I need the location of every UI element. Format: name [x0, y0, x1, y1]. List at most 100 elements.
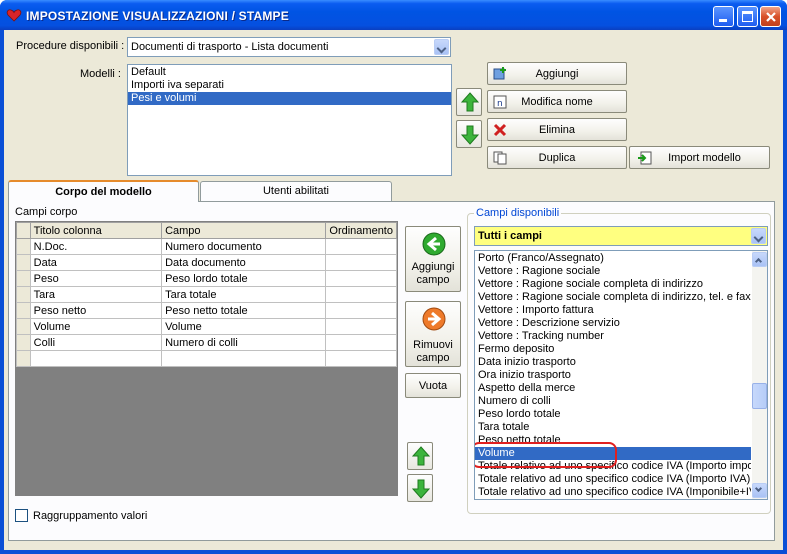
list-item[interactable]: Porto (Franco/Assegnato) [475, 252, 751, 265]
raggruppamento-checkbox[interactable] [15, 509, 28, 522]
table-cell[interactable]: Peso lordo totale [161, 270, 327, 287]
row-indicator[interactable] [16, 302, 31, 319]
row-indicator[interactable] [16, 350, 31, 367]
maximize-button[interactable] [737, 6, 758, 27]
move-up-model-button[interactable] [456, 88, 482, 116]
campi-corpo-grid[interactable]: Titolo colonna Campo Ordinamento N.Doc. N… [15, 221, 398, 496]
modelli-list[interactable]: Default Importi iva separati Pesi e volu… [127, 64, 452, 176]
procedure-value: Documenti di trasporto - Lista documenti [131, 41, 329, 53]
move-down-field-button[interactable] [407, 474, 433, 502]
column-header[interactable]: Titolo colonna [29, 222, 163, 239]
tab-panel-corpo: Campi corpo Titolo colonna Campo Ordinam… [8, 201, 775, 541]
table-cell[interactable]: Volume [161, 318, 327, 335]
title-bar[interactable]: IMPOSTAZIONE VISUALIZZAZIONI / STAMPE [0, 0, 787, 30]
table-row[interactable] [16, 350, 397, 367]
row-indicator[interactable] [16, 270, 31, 287]
elimina-button[interactable]: Elimina [487, 118, 627, 141]
table-cell[interactable] [325, 302, 397, 319]
campi-corpo-label: Campi corpo [15, 206, 78, 218]
list-item[interactable]: Vettore : Importo fattura [475, 304, 751, 317]
table-cell[interactable] [325, 286, 397, 303]
table-cell[interactable]: Data [29, 254, 163, 271]
table-cell[interactable] [325, 318, 397, 335]
table-cell[interactable]: Numero di colli [161, 334, 327, 351]
table-cell[interactable] [325, 254, 397, 271]
minimize-button[interactable] [713, 6, 734, 27]
list-item[interactable]: Default [128, 66, 451, 79]
duplica-button[interactable]: Duplica [487, 146, 627, 169]
list-item[interactable]: Numero di colli [475, 395, 751, 408]
list-item[interactable]: Vettore : Tracking number [475, 330, 751, 343]
campi-scrollbar[interactable] [752, 251, 767, 499]
table-cell[interactable]: Tara [29, 286, 163, 303]
table-row[interactable]: Peso Peso lordo totale [16, 270, 397, 287]
campi-disponibili-list[interactable]: Porto (Franco/Assegnato) Vettore : Ragio… [474, 250, 768, 500]
aggiungi-campo-button[interactable]: Aggiungi campo [405, 226, 461, 292]
list-item[interactable]: Totale relativo ad uno specifico codice … [475, 486, 751, 499]
tab-corpo-del-modello[interactable]: Corpo del modello [8, 180, 199, 202]
list-item[interactable]: Vettore : Descrizione servizio [475, 317, 751, 330]
modifica-nome-button[interactable]: n Modifica nome [487, 90, 627, 113]
table-cell[interactable]: Peso [29, 270, 163, 287]
move-up-field-button[interactable] [407, 442, 433, 470]
close-icon [766, 12, 776, 22]
row-indicator[interactable] [16, 254, 31, 271]
table-cell[interactable] [161, 350, 327, 367]
table-cell[interactable]: Colli [29, 334, 163, 351]
table-cell[interactable]: Peso netto [29, 302, 163, 319]
table-cell[interactable] [325, 270, 397, 287]
campi-disponibili-legend: Campi disponibili [474, 207, 562, 219]
row-indicator[interactable] [16, 334, 31, 351]
table-cell[interactable]: Tara totale [161, 286, 327, 303]
list-item[interactable]: Importi iva separati [128, 79, 451, 92]
column-header[interactable]: Ordinamento [325, 222, 397, 239]
table-row[interactable]: N.Doc. Numero documento [16, 238, 397, 255]
row-indicator[interactable] [16, 238, 31, 255]
list-item[interactable]: Peso lordo totale [475, 408, 751, 421]
table-row[interactable]: Tara Tara totale [16, 286, 397, 303]
list-item[interactable]: Ora inizio trasporto [475, 369, 751, 382]
rimuovi-campo-button[interactable]: Rimuovi campo [405, 301, 461, 367]
tab-utenti-abilitati[interactable]: Utenti abilitati [200, 181, 392, 201]
table-cell[interactable] [325, 350, 397, 367]
move-down-model-button[interactable] [456, 120, 482, 148]
list-item[interactable]: Vettore : Ragione sociale completa di in… [475, 291, 751, 304]
row-indicator-header [16, 222, 31, 239]
arrow-down-icon [461, 125, 479, 145]
list-item[interactable]: Fermo deposito [475, 343, 751, 356]
table-cell[interactable]: Peso netto totale [161, 302, 327, 319]
row-indicator[interactable] [16, 286, 31, 303]
modelli-label: Modelli : [80, 68, 121, 80]
chevron-down-icon[interactable] [434, 39, 449, 55]
import-modello-button[interactable]: Import modello [629, 146, 770, 169]
row-indicator[interactable] [16, 318, 31, 335]
campi-filter-select[interactable]: Tutti i campi [474, 226, 768, 246]
list-item-selected[interactable]: Pesi e volumi [128, 92, 451, 105]
table-cell[interactable]: Numero documento [161, 238, 327, 255]
table-cell[interactable] [325, 334, 397, 351]
table-cell[interactable] [325, 238, 397, 255]
table-row[interactable]: Data Data documento [16, 254, 397, 271]
procedure-select[interactable]: Documenti di trasporto - Lista documenti [127, 37, 451, 57]
chevron-down-icon[interactable] [751, 228, 766, 244]
list-item[interactable]: Vettore : Ragione sociale [475, 265, 751, 278]
column-header[interactable]: Campo [161, 222, 327, 239]
list-item[interactable]: Vettore : Ragione sociale completa di in… [475, 278, 751, 291]
scroll-down-icon[interactable] [752, 483, 767, 498]
table-cell[interactable]: Volume [29, 318, 163, 335]
table-row[interactable]: Peso netto Peso netto totale [16, 302, 397, 319]
table-cell[interactable]: Data documento [161, 254, 327, 271]
table-cell[interactable] [29, 350, 163, 367]
table-row[interactable]: Volume Volume [16, 318, 397, 335]
table-cell[interactable]: N.Doc. [29, 238, 163, 255]
list-item[interactable]: Aspetto della merce [475, 382, 751, 395]
list-item[interactable]: Data inizio trasporto [475, 356, 751, 369]
list-item[interactable]: Totale relativo ad uno specifico codice … [475, 473, 751, 486]
scroll-up-icon[interactable] [752, 252, 767, 267]
close-button[interactable] [760, 6, 781, 27]
scroll-thumb[interactable] [752, 383, 767, 409]
list-item[interactable]: Tara totale [475, 421, 751, 434]
vuota-button[interactable]: Vuota [405, 373, 461, 398]
aggiungi-button[interactable]: Aggiungi [487, 62, 627, 85]
table-row[interactable]: Colli Numero di colli [16, 334, 397, 351]
